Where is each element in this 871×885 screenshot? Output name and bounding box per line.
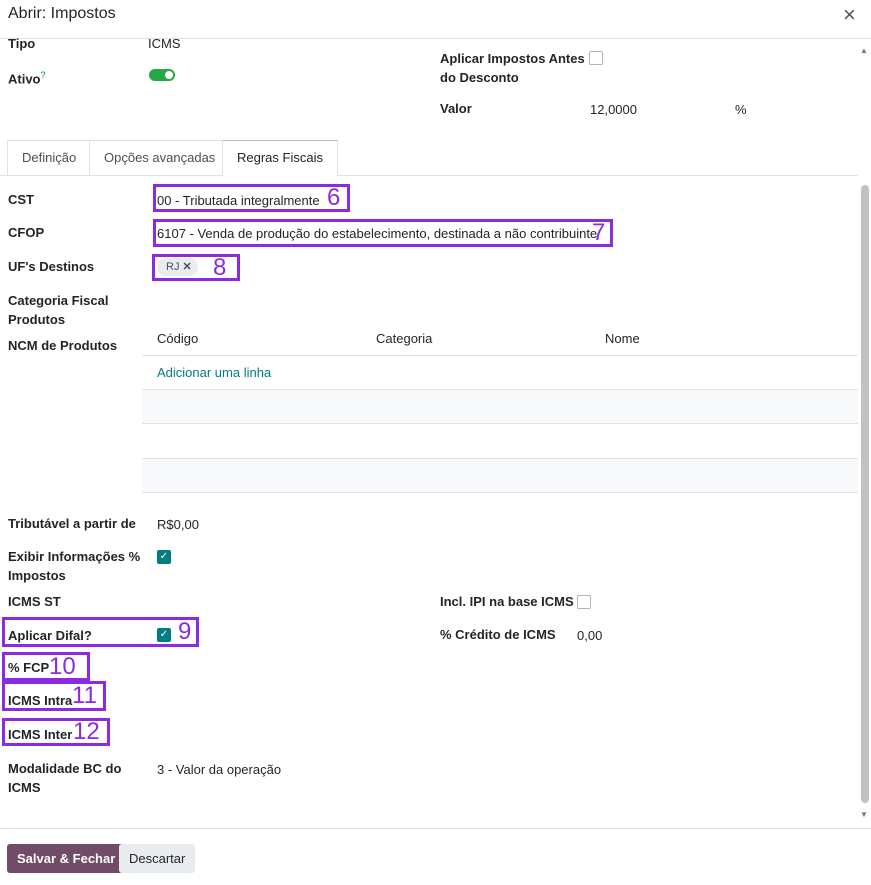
annotation-6: 6 (327, 184, 341, 211)
footer-divider (0, 828, 871, 829)
cst-input[interactable]: 00 - Tributada integralmente (157, 191, 320, 210)
scroll-down-icon[interactable]: ▼ (860, 810, 868, 819)
uf-tag-rj: RJ ✕ (157, 258, 198, 276)
tributavel-input[interactable]: R$0,00 (157, 515, 199, 534)
column-codigo[interactable]: Código (157, 331, 198, 346)
incl-ipi-label: Incl. IPI na base ICMS (440, 594, 574, 609)
uf-label: UF's Destinos (8, 259, 95, 274)
close-icon[interactable]: × (843, 2, 856, 28)
annotation-11: 11 (72, 682, 97, 709)
modalidade-label-2: ICMS (8, 780, 41, 795)
annotation-10: 10 (49, 653, 76, 680)
exibir-label-1: Exibir Informações % (8, 549, 141, 564)
cst-label: CST (8, 192, 34, 207)
aplicar-desconto-label-2: do Desconto (440, 70, 519, 85)
table-row (142, 390, 858, 423)
exibir-checkbox[interactable]: ✓ (157, 550, 171, 564)
annotation-8: 8 (213, 254, 227, 281)
toggle-knob (165, 71, 173, 79)
save-close-button[interactable]: Salvar & Fechar (7, 844, 126, 873)
column-nome[interactable]: Nome (605, 331, 640, 346)
table-row-divider (142, 492, 858, 493)
scrollbar-thumb[interactable] (861, 185, 869, 803)
cfop-input[interactable]: 6107 - Venda de produção do estabelecime… (157, 224, 597, 243)
valor-unit: % (735, 102, 747, 117)
incl-ipi-checkbox[interactable] (577, 595, 591, 609)
exibir-label-2: Impostos (8, 568, 66, 583)
tab-regras-fiscais[interactable]: Regras Fiscais (222, 140, 338, 176)
difal-checkbox[interactable]: ✓ (157, 628, 171, 642)
icms-st-label: ICMS ST (8, 594, 61, 609)
table-row-divider (142, 423, 858, 424)
column-categoria[interactable]: Categoria (376, 331, 432, 346)
ativo-toggle[interactable] (149, 69, 175, 81)
difal-label: Aplicar Difal? (8, 628, 92, 643)
credito-icms-input[interactable]: 0,00 (577, 626, 602, 645)
valor-input[interactable]: 12,0000 (590, 100, 637, 119)
modalidade-select[interactable]: 3 - Valor da operação (157, 760, 281, 779)
aplicar-desconto-checkbox[interactable] (589, 51, 603, 65)
tab-opcoes-avancadas[interactable]: Opções avançadas (89, 140, 231, 175)
categoria-fiscal-label-1: Categoria Fiscal (8, 293, 109, 308)
credito-icms-label: % Crédito de ICMS (440, 627, 556, 642)
tab-definicao[interactable]: Definição (7, 140, 92, 175)
tabs-divider (0, 175, 858, 176)
add-line-link[interactable]: Adicionar uma linha (157, 365, 271, 380)
tipo-value: ICMS (148, 36, 181, 51)
ativo-label: Ativo? (8, 70, 46, 87)
dialog-title: Abrir: Impostos (8, 5, 116, 22)
annotation-12: 12 (73, 718, 100, 745)
categoria-fiscal-label-2: Produtos (8, 312, 66, 327)
icms-intra-label: ICMS Intra (8, 693, 73, 708)
modalidade-label-1: Modalidade BC do (8, 761, 122, 776)
dialog-header (0, 0, 871, 39)
cfop-label: CFOP (8, 225, 45, 240)
scroll-up-icon[interactable]: ▲ (860, 46, 868, 55)
help-icon[interactable]: ? (41, 70, 46, 80)
annotation-9: 9 (178, 618, 192, 645)
valor-label: Valor (440, 101, 472, 116)
table-row (142, 459, 858, 492)
remove-tag-icon[interactable]: ✕ (183, 261, 192, 273)
aplicar-desconto-label-1: Aplicar Impostos Antes (440, 51, 585, 66)
ncm-label: NCM de Produtos (8, 338, 118, 353)
annotation-7: 7 (592, 219, 606, 246)
discard-button[interactable]: Descartar (119, 844, 196, 873)
fcp-label: % FCP (8, 660, 50, 675)
tipo-label: Tipo (8, 36, 36, 51)
tributavel-label: Tributável a partir de (8, 516, 136, 531)
table-header-divider (142, 355, 858, 356)
icms-inter-label: ICMS Inter (8, 727, 73, 742)
